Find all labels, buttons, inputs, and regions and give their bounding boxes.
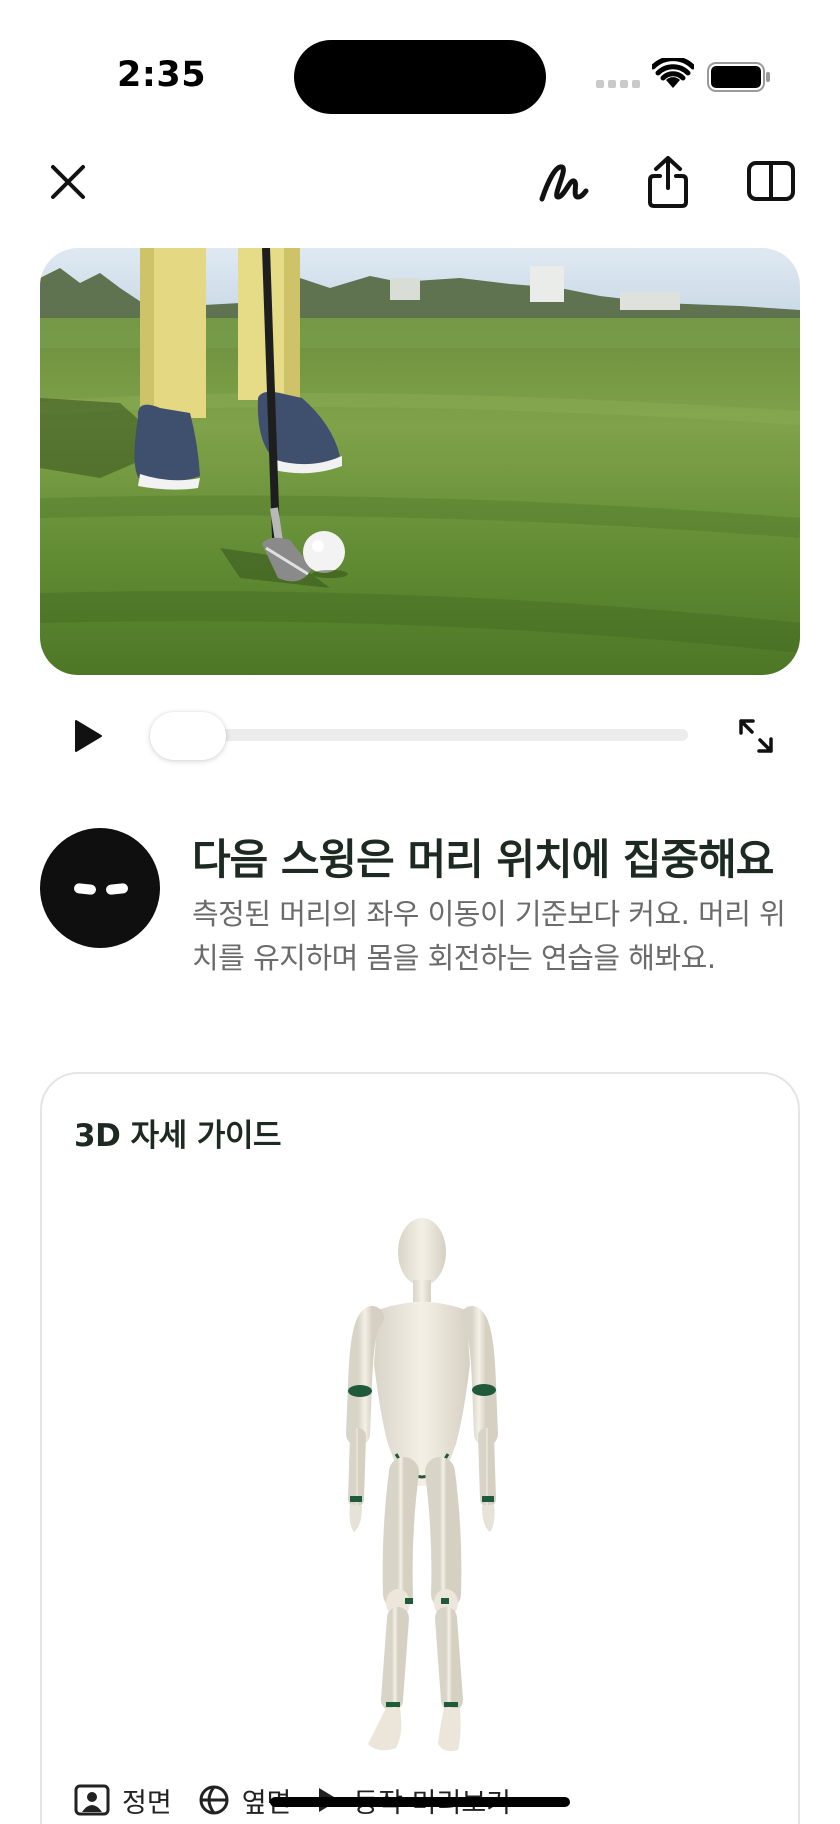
globe-icon: [199, 1785, 229, 1815]
front-view-button[interactable]: 정면: [74, 1781, 172, 1820]
battery-icon: [707, 62, 770, 92]
video-scrubber[interactable]: [154, 729, 688, 741]
home-indicator[interactable]: [270, 1797, 570, 1807]
3d-mannequin-model[interactable]: [292, 1214, 552, 1784]
draw-button[interactable]: [538, 158, 590, 206]
cellular-signal-icon: [596, 80, 640, 88]
split-view-icon: [747, 161, 795, 201]
scrubber-thumb[interactable]: [150, 712, 226, 760]
wifi-icon: [652, 58, 694, 88]
play-button[interactable]: [70, 716, 106, 756]
dynamic-island: [294, 40, 546, 114]
close-icon: [51, 165, 85, 199]
guide-title: 3D 자세 가이드: [74, 1118, 282, 1154]
play-icon: [75, 720, 102, 752]
pose-guide-card: 3D 자세 가이드 정면 옆면: [40, 1072, 800, 1824]
coach-avatar: [40, 828, 160, 948]
share-button[interactable]: [644, 154, 692, 210]
fullscreen-button[interactable]: [736, 716, 776, 756]
avatar-eye: [105, 882, 129, 896]
swing-analysis-screen: 2:35 다음 스윙은 머리 위치에 집중해요 측정된 머리의 좌우 이동이 기…: [0, 0, 840, 1824]
close-button[interactable]: [44, 158, 92, 206]
draw-icon: [539, 164, 589, 202]
share-icon: [648, 156, 688, 208]
split-view-button[interactable]: [746, 158, 796, 204]
swing-video[interactable]: [40, 248, 800, 675]
avatar-eye: [73, 882, 97, 896]
video-frame-image: [40, 248, 800, 675]
person-frame-icon: [74, 1784, 110, 1816]
feedback-body: 측정된 머리의 좌우 이동이 기준보다 커요. 머리 위치를 유지하며 몸을 회…: [192, 897, 786, 975]
front-view-label: 정면: [122, 1787, 172, 1819]
status-time: 2:35: [117, 55, 207, 95]
expand-icon: [739, 719, 773, 753]
feedback-title: 다음 스윙은 머리 위치에 집중해요: [192, 835, 774, 884]
